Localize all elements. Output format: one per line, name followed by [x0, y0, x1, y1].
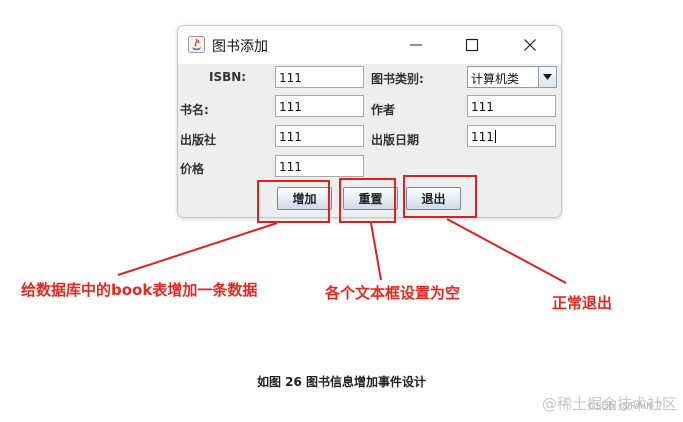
figure-caption: 如图 26 图书信息增加事件设计 [256, 375, 427, 389]
arrow-reset [370, 222, 382, 281]
reset-annotation: 各个文本框设置为空 [325, 284, 461, 302]
add-annotation: 给数据库中的book表增加一条数据 [21, 281, 258, 299]
annotation-arrows [117, 218, 567, 284]
watermark-sub: CSDN @RAIN 7 [588, 401, 664, 412]
arrow-exit [446, 218, 567, 284]
arrow-add [117, 222, 278, 276]
exit-annotation: 正常退出 [552, 294, 613, 312]
